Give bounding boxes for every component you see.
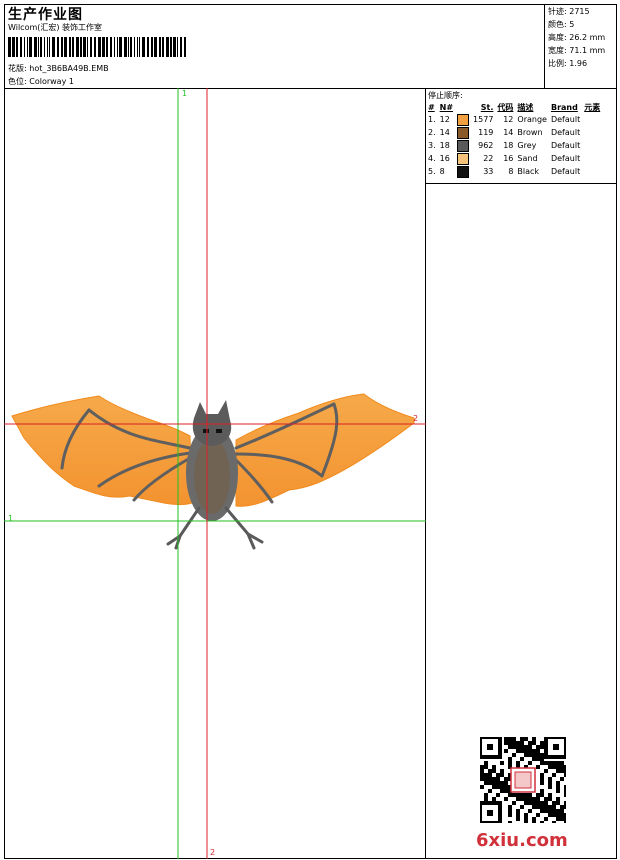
row-stitches: 22 <box>483 154 494 163</box>
row-code: 12 <box>503 115 514 124</box>
row-brand: Default <box>550 141 581 150</box>
row-swatch <box>455 126 471 139</box>
colorway: 色位: Colorway 1 <box>8 77 74 87</box>
row-element <box>582 126 602 139</box>
row-description: Sand <box>517 154 538 163</box>
row-swatch <box>455 139 471 152</box>
stat-width: 宽度: 71.1 mm <box>548 46 606 55</box>
table-row: 3. 18 962 18 Grey Default <box>426 139 602 152</box>
table-row: 1. 12 1577 12 Orange Default <box>426 113 602 126</box>
page-title: 生产作业图 <box>8 7 83 23</box>
design-label: 花版: <box>8 64 27 73</box>
barcode <box>8 37 186 57</box>
color-swatch <box>457 165 470 178</box>
stop-sequence-title: 停止顺序: <box>428 91 463 100</box>
row-index: 2. <box>428 128 436 137</box>
stop-sequence-table: # N# St. 代码 描述 Brand 元素 1. 12 1577 12 Orange… <box>426 101 602 178</box>
stat-scale: 比例: 1.96 <box>548 59 588 68</box>
design-name: 花版: hot_3B6BA49B.EMB <box>8 64 109 74</box>
red-guide-label-bottom: 2 <box>210 848 216 857</box>
row-index: 5. <box>428 167 436 176</box>
row-index: 1. <box>428 115 436 124</box>
col-code: 代码 <box>497 102 514 112</box>
row-swatch <box>455 113 471 126</box>
row-needle: 8 <box>439 167 445 176</box>
design-canvas <box>4 88 426 859</box>
col-element: 元素 <box>584 102 601 112</box>
row-needle: 14 <box>439 128 450 137</box>
row-needle: 16 <box>439 154 450 163</box>
row-stitches: 1577 <box>473 115 494 124</box>
row-swatch <box>455 152 471 165</box>
bat-left-wing <box>11 395 193 506</box>
colorway-value: Colorway 1 <box>29 77 74 86</box>
table-row: 5. 8 33 8 Black Default <box>426 165 602 178</box>
row-brand: Default <box>550 115 581 124</box>
row-stitches: 119 <box>478 128 494 137</box>
row-index: 3. <box>428 141 436 150</box>
row-code: 16 <box>503 154 514 163</box>
qr-code <box>480 737 566 823</box>
row-element <box>582 152 602 165</box>
table-row: 2. 14 119 14 Brown Default <box>426 126 602 139</box>
col-stitches: St. <box>480 102 494 112</box>
green-guide-label-left: 1 <box>8 514 14 523</box>
table-header: # N# St. 代码 描述 Brand 元素 <box>426 101 602 113</box>
row-index: 4. <box>428 154 436 163</box>
studio-subtitle: Wilcom(汇宏) 装饰工作室 <box>8 23 103 32</box>
stat-colors: 颜色: 5 <box>548 20 575 29</box>
row-description: Black <box>517 167 540 176</box>
stat-stitches: 针迹: 2715 <box>548 7 590 16</box>
color-swatch <box>457 139 470 152</box>
col-brand: Brand <box>550 102 578 112</box>
row-element <box>582 113 602 126</box>
row-stitches: 33 <box>483 167 494 176</box>
row-swatch <box>455 165 471 178</box>
row-code: 18 <box>503 141 514 150</box>
table-row: 4. 16 22 16 Sand Default <box>426 152 602 165</box>
col-needle: N# <box>439 102 454 112</box>
color-swatch <box>457 126 470 139</box>
green-guide-label-top: 1 <box>182 89 188 98</box>
row-stitches: 962 <box>478 141 494 150</box>
col-description: 描述 <box>517 102 534 112</box>
bat-eye-right <box>216 429 222 433</box>
row-code: 8 <box>508 167 514 176</box>
row-element <box>582 165 602 178</box>
red-guide-label-right: 2 <box>413 414 419 423</box>
row-brand: Default <box>550 167 581 176</box>
row-brand: Default <box>550 154 581 163</box>
watermark: 6xiu.com <box>476 830 568 851</box>
row-element <box>582 139 602 152</box>
row-code: 14 <box>503 128 514 137</box>
bat-head <box>192 400 232 446</box>
bat-eye-left <box>203 429 209 433</box>
design-value: hot_3B6BA49B.EMB <box>29 64 109 73</box>
stat-height: 高度: 26.2 mm <box>548 33 606 42</box>
row-description: Grey <box>517 141 537 150</box>
row-needle: 18 <box>439 141 450 150</box>
color-swatch <box>457 152 470 165</box>
row-needle: 12 <box>439 115 450 124</box>
row-description: Orange <box>517 115 547 124</box>
colorway-label: 色位: <box>8 77 27 86</box>
color-swatch <box>457 113 470 126</box>
row-description: Brown <box>517 128 543 137</box>
row-brand: Default <box>550 128 581 137</box>
col-index: # <box>428 102 435 112</box>
